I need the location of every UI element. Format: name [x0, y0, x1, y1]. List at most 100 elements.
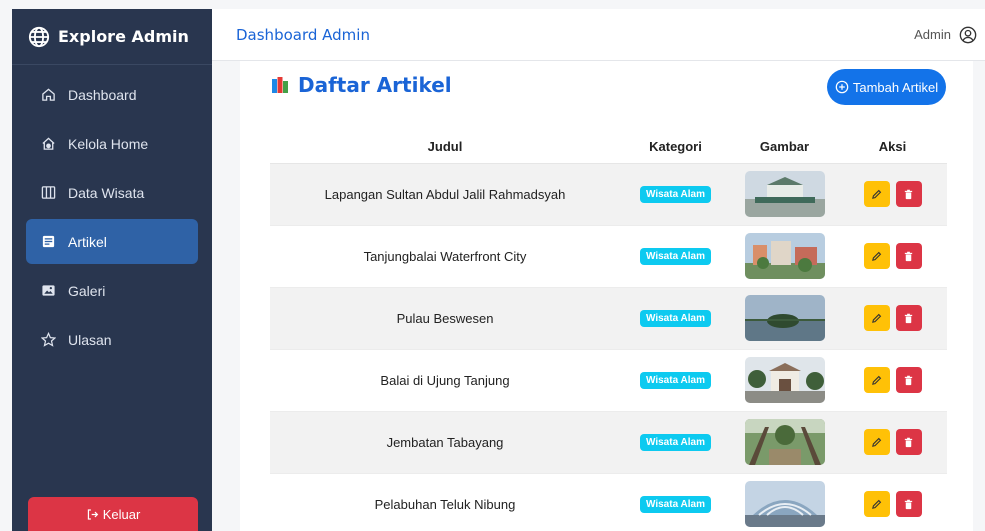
- pencil-icon: [872, 375, 882, 385]
- article-icon: [40, 234, 56, 250]
- article-title: Jembatan Tabayang: [270, 411, 620, 474]
- row-actions: [863, 305, 922, 331]
- edit-button[interactable]: [863, 367, 890, 393]
- star-icon: [40, 332, 56, 348]
- article-title: Pulau Beswesen: [270, 287, 620, 350]
- article-table: Judul Kategori Gambar Aksi Lapangan Sult…: [270, 131, 947, 531]
- column-header-aksi: Aksi: [838, 131, 947, 164]
- category-cell: Wisata Alam: [620, 225, 731, 288]
- row-actions: [863, 367, 922, 393]
- pencil-icon: [872, 499, 882, 509]
- image-cell: [731, 163, 838, 226]
- trash-icon: [904, 437, 913, 447]
- sidebar-item-label: Data Wisata: [68, 184, 145, 201]
- category-cell: Wisata Alam: [620, 411, 731, 474]
- category-cell: Wisata Alam: [620, 473, 731, 531]
- category-badge: Wisata Alam: [639, 372, 711, 389]
- delete-button[interactable]: [895, 181, 922, 207]
- gallery-icon: [40, 283, 56, 299]
- delete-button[interactable]: [895, 491, 922, 517]
- row-actions: [863, 491, 922, 517]
- column-header-judul: Judul: [270, 131, 620, 164]
- brand-name: Explore Admin: [58, 27, 189, 46]
- edit-button[interactable]: [863, 305, 890, 331]
- action-cell: [838, 287, 947, 350]
- add-article-button[interactable]: Tambah Artikel: [827, 69, 946, 105]
- category-badge: Wisata Alam: [639, 248, 711, 265]
- pencil-icon: [872, 189, 882, 199]
- delete-button[interactable]: [895, 367, 922, 393]
- article-thumbnail: [744, 233, 825, 279]
- pencil-icon: [872, 437, 882, 447]
- trash-icon: [904, 375, 913, 385]
- sidebar-item-galeri[interactable]: Galeri: [26, 268, 198, 313]
- row-actions: [863, 429, 922, 455]
- sidebar-item-ulasan[interactable]: Ulasan: [26, 317, 198, 362]
- edit-button[interactable]: [863, 181, 890, 207]
- house-gear-icon: [40, 136, 56, 152]
- plus-circle-icon: [835, 80, 849, 94]
- topbar: Dashboard Admin Admin: [212, 9, 985, 61]
- category-badge: Wisata Alam: [639, 310, 711, 327]
- row-actions: [863, 243, 922, 269]
- row-actions: [863, 181, 922, 207]
- page-title: Daftar Artikel: [298, 73, 452, 97]
- edit-button[interactable]: [863, 429, 890, 455]
- sidebar-item-label: Ulasan: [68, 331, 112, 348]
- pencil-icon: [872, 251, 882, 261]
- article-thumbnail: [744, 357, 825, 403]
- category-cell: Wisata Alam: [620, 163, 731, 226]
- globe-icon: [28, 26, 50, 47]
- sidebar-item-label: Galeri: [68, 282, 106, 299]
- logout-button[interactable]: Keluar: [28, 497, 198, 531]
- delete-button[interactable]: [895, 305, 922, 331]
- add-article-label: Tambah Artikel: [852, 79, 939, 95]
- pencil-icon: [872, 313, 882, 323]
- sidebar-item-label: Kelola Home: [68, 135, 149, 152]
- sidebar-item-label: Artikel: [68, 233, 107, 250]
- sidebar-item-artikel[interactable]: Artikel: [26, 219, 198, 264]
- logout-label: Keluar: [102, 506, 141, 522]
- article-title: Balai di Ujung Tanjung: [270, 349, 620, 412]
- edit-button[interactable]: [863, 491, 890, 517]
- article-thumbnail: [744, 171, 825, 217]
- action-cell: [838, 349, 947, 412]
- column-header-kategori: Kategori: [620, 131, 731, 164]
- article-thumbnail: [744, 481, 825, 527]
- edit-button[interactable]: [863, 243, 890, 269]
- table-row: Jembatan Tabayang Wisata Alam: [270, 411, 947, 474]
- delete-button[interactable]: [895, 243, 922, 269]
- sidebar-item-label: Dashboard: [68, 86, 137, 103]
- sidebar-item-dashboard[interactable]: Dashboard: [26, 72, 198, 117]
- delete-button[interactable]: [895, 429, 922, 455]
- table-row: Pulau Beswesen Wisata Alam: [270, 287, 947, 350]
- table-header-row: Judul Kategori Gambar Aksi: [270, 131, 947, 164]
- brand[interactable]: Explore Admin: [12, 9, 212, 65]
- trash-icon: [904, 189, 913, 199]
- user-menu[interactable]: Admin: [914, 26, 977, 44]
- action-cell: [838, 225, 947, 288]
- table-row: Tanjungbalai Waterfront City Wisata Alam: [270, 225, 947, 288]
- image-cell: [731, 225, 838, 288]
- image-cell: [731, 349, 838, 412]
- column-header-gambar: Gambar: [731, 131, 838, 164]
- article-thumbnail: [744, 295, 825, 341]
- sidebar-item-kelola-home[interactable]: Kelola Home: [26, 121, 198, 166]
- image-cell: [731, 287, 838, 350]
- article-title: Pelabuhan Teluk Nibung: [270, 473, 620, 531]
- category-badge: Wisata Alam: [639, 496, 711, 513]
- article-title: Lapangan Sultan Abdul Jalil Rahmadsyah: [270, 163, 620, 226]
- trash-icon: [904, 251, 913, 261]
- table-row: Lapangan Sultan Abdul Jalil Rahmadsyah W…: [270, 163, 947, 226]
- category-cell: Wisata Alam: [620, 349, 731, 412]
- topbar-title: Dashboard Admin: [236, 25, 370, 44]
- trash-icon: [904, 499, 913, 509]
- books-icon: [272, 77, 288, 93]
- panel-header: Daftar Artikel: [270, 73, 452, 97]
- image-cell: [731, 411, 838, 474]
- action-cell: [838, 411, 947, 474]
- action-cell: [838, 163, 947, 226]
- article-thumbnail: [744, 419, 825, 465]
- article-title: Tanjungbalai Waterfront City: [270, 225, 620, 288]
- sidebar-item-data-wisata[interactable]: Data Wisata: [26, 170, 198, 215]
